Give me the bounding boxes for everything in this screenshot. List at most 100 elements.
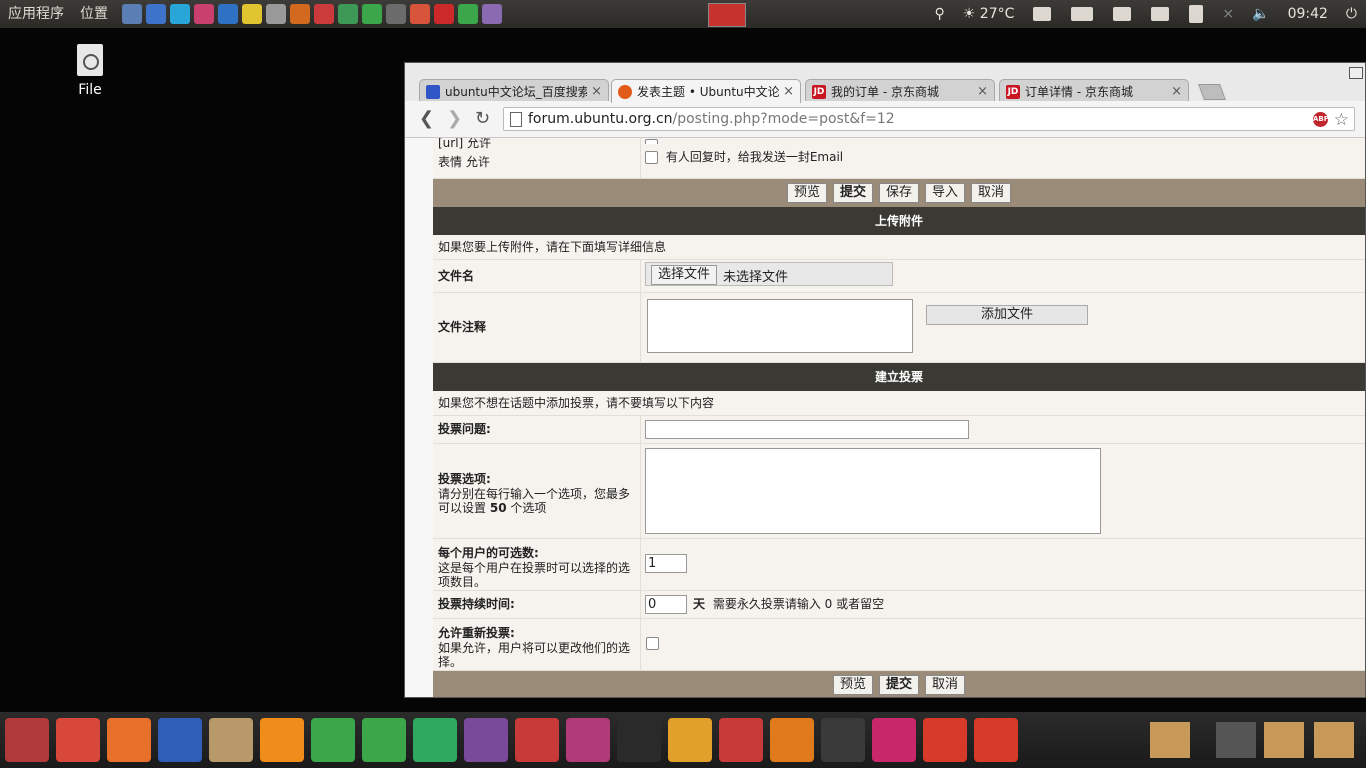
revote-help: 如果允许，用户将可以更改他们的选择。 bbox=[438, 641, 631, 669]
dock-app-icon[interactable] bbox=[770, 718, 814, 762]
page-icon bbox=[510, 112, 522, 127]
launcher-app-icon[interactable] bbox=[482, 4, 502, 24]
email-notify-checkbox[interactable] bbox=[645, 151, 658, 164]
launcher-app-icon[interactable] bbox=[242, 4, 262, 24]
dock-app-icon[interactable] bbox=[5, 718, 49, 762]
add-file-button[interactable]: 添加文件 bbox=[926, 305, 1088, 325]
dock-app-icon[interactable] bbox=[158, 718, 202, 762]
tab-title: 发表主题 • Ubuntu中文论坛 bbox=[637, 85, 780, 99]
clipboard-icon[interactable] bbox=[1189, 5, 1204, 23]
import-button[interactable]: 导入 bbox=[925, 183, 966, 203]
poll-options-help: 请分别在每行输入一个选项，您最多可以设置 50 个选项 bbox=[438, 487, 631, 515]
launcher-app-icon[interactable] bbox=[410, 4, 430, 24]
close-icon[interactable]: × bbox=[977, 84, 988, 99]
dock-app-icon[interactable] bbox=[719, 718, 763, 762]
launcher-app-icon[interactable] bbox=[170, 4, 190, 24]
address-bar[interactable]: forum.ubuntu.org.cn/posting.php?mode=pos… bbox=[503, 107, 1355, 131]
show-desktop-icon[interactable] bbox=[1216, 722, 1256, 758]
preview-button[interactable]: 预览 bbox=[832, 675, 873, 695]
desktop-file-icon[interactable]: File bbox=[70, 44, 110, 98]
tab-jd-my-orders[interactable]: JD 我的订单 - 京东商城 × bbox=[805, 79, 995, 103]
launcher-app-icon[interactable] bbox=[434, 4, 454, 24]
dock-folder-icon[interactable] bbox=[1264, 722, 1304, 758]
submit-button[interactable]: 提交 bbox=[832, 183, 873, 203]
tab-jd-order-detail[interactable]: JD 订单详情 - 京东商城 × bbox=[999, 79, 1189, 103]
poll-duration-input[interactable]: 0 bbox=[645, 595, 687, 614]
tab-ubuntu-forum-post[interactable]: 发表主题 • Ubuntu中文论坛 × bbox=[611, 79, 801, 103]
adblock-icon[interactable]: ABP bbox=[1313, 112, 1329, 127]
new-tab-button[interactable] bbox=[1198, 84, 1226, 100]
close-icon[interactable]: × bbox=[1171, 84, 1182, 99]
launcher-app-icon[interactable] bbox=[194, 4, 214, 24]
tab-baidu-search[interactable]: ubuntu中文论坛_百度搜索 × bbox=[419, 79, 609, 103]
save-button[interactable]: 保存 bbox=[878, 183, 919, 203]
cancel-button[interactable]: 取消 bbox=[925, 675, 966, 695]
dock-app-icon[interactable] bbox=[413, 718, 457, 762]
dock-app-icon[interactable] bbox=[107, 718, 151, 762]
dock-app-icon[interactable] bbox=[821, 718, 865, 762]
dock-app-icon[interactable] bbox=[464, 718, 508, 762]
file-input[interactable]: 选择文件 未选择文件 bbox=[645, 262, 893, 286]
choose-file-button[interactable]: 选择文件 bbox=[651, 265, 718, 285]
dock-app-icon[interactable] bbox=[515, 718, 559, 762]
dock-app-icon[interactable] bbox=[566, 718, 610, 762]
folder-icon[interactable] bbox=[1113, 7, 1132, 21]
dock-folder-icon[interactable] bbox=[1150, 722, 1190, 758]
bookmark-star-icon[interactable]: ☆ bbox=[1334, 109, 1349, 131]
places-menu[interactable]: 位置 bbox=[72, 0, 116, 28]
applications-menu[interactable]: 应用程序 bbox=[0, 0, 72, 28]
dock-app-icon[interactable] bbox=[260, 718, 304, 762]
window-minimize-button[interactable] bbox=[1349, 67, 1363, 79]
calendar-icon[interactable] bbox=[1033, 7, 1052, 21]
poll-duration-row: 投票持续时间: 0 天 需要永久投票请输入 0 或者留空 bbox=[433, 591, 1365, 619]
forward-icon[interactable]: ❯ bbox=[447, 109, 462, 129]
launcher-app-icon[interactable] bbox=[218, 4, 238, 24]
dock-app-icon[interactable] bbox=[617, 718, 661, 762]
launcher-app-icon[interactable] bbox=[314, 4, 334, 24]
poll-options-textarea[interactable] bbox=[645, 448, 1101, 534]
close-icon[interactable]: × bbox=[591, 84, 602, 99]
mail-icon[interactable] bbox=[1151, 7, 1170, 21]
clock[interactable]: 09:42 bbox=[1279, 0, 1337, 28]
dock-app-icon[interactable] bbox=[668, 718, 712, 762]
back-icon[interactable]: ❮ bbox=[419, 109, 434, 129]
dock-app-icon[interactable] bbox=[56, 718, 100, 762]
max-options-input[interactable]: 1 bbox=[645, 554, 687, 573]
volume-icon[interactable]: 🔈 bbox=[1243, 0, 1278, 28]
dock-app-icon[interactable] bbox=[872, 718, 916, 762]
dock-app-icon[interactable] bbox=[974, 718, 1018, 762]
dock-app-icon[interactable] bbox=[209, 718, 253, 762]
preview-button[interactable]: 预览 bbox=[786, 183, 827, 203]
poll-question-input[interactable] bbox=[645, 420, 969, 439]
tab-strip: ubuntu中文论坛_百度搜索 × 发表主题 • Ubuntu中文论坛 × JD… bbox=[405, 63, 1365, 103]
poll-options-label: 投票选项: bbox=[438, 472, 491, 486]
power-icon[interactable]: ⏻ bbox=[1337, 0, 1366, 28]
launcher-app-icon[interactable] bbox=[266, 4, 286, 24]
close-icon[interactable]: × bbox=[783, 84, 794, 99]
dock-app-icon[interactable] bbox=[362, 718, 406, 762]
taskbar-window-button[interactable] bbox=[708, 3, 746, 27]
reload-icon[interactable]: ↻ bbox=[475, 109, 490, 129]
launcher-app-icon[interactable] bbox=[458, 4, 478, 24]
launcher-app-icon[interactable] bbox=[338, 4, 358, 24]
file-comment-row: 文件注释 添加文件 bbox=[433, 293, 1365, 363]
launcher-app-icon[interactable] bbox=[362, 4, 382, 24]
network-icon[interactable]: ⨯ bbox=[1213, 0, 1243, 28]
launcher-app-icon[interactable] bbox=[290, 4, 310, 24]
file-comment-textarea[interactable] bbox=[647, 299, 913, 353]
submit-button[interactable]: 提交 bbox=[878, 675, 919, 695]
weather-icon[interactable]: ☀ 27°C bbox=[954, 0, 1024, 28]
launcher-app-icon[interactable] bbox=[146, 4, 166, 24]
launcher-app-icon[interactable] bbox=[386, 4, 406, 24]
max-options-label: 每个用户的可选数: bbox=[438, 546, 539, 560]
dock-app-icon[interactable] bbox=[311, 718, 355, 762]
cancel-button[interactable]: 取消 bbox=[971, 183, 1012, 203]
disk-icon bbox=[77, 44, 103, 76]
dock-folder-icon[interactable] bbox=[1314, 722, 1354, 758]
tab-title: 订单详情 - 京东商城 bbox=[1025, 85, 1133, 99]
keyboard-icon[interactable] bbox=[1071, 7, 1094, 21]
search-icon[interactable]: ⚲ bbox=[926, 0, 954, 28]
launcher-app-icon[interactable] bbox=[122, 4, 142, 24]
revote-checkbox[interactable] bbox=[646, 637, 659, 650]
dock-app-icon[interactable] bbox=[923, 718, 967, 762]
